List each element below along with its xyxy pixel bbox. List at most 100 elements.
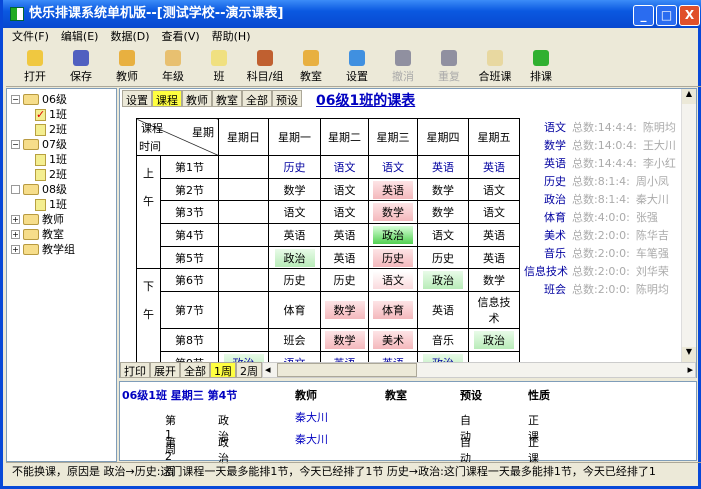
- lesson[interactable]: 政治: [423, 271, 463, 290]
- lesson-cell[interactable]: [218, 177, 269, 202]
- tab-0[interactable]: 设置: [122, 90, 152, 107]
- lesson[interactable]: 英语: [474, 249, 514, 267]
- lesson-cell[interactable]: 语文: [368, 268, 418, 293]
- lesson[interactable]: 语文: [373, 158, 413, 176]
- lesson[interactable]: 历史: [325, 271, 365, 289]
- toolbar-button[interactable]: 教师: [104, 47, 150, 86]
- close-button[interactable]: X: [679, 5, 700, 26]
- lesson-cell[interactable]: 数学: [417, 200, 469, 225]
- lesson-cell[interactable]: 政治: [368, 223, 418, 247]
- expand-toggle-icon[interactable]: +: [11, 245, 20, 254]
- toolbar-button[interactable]: 年级: [150, 47, 196, 86]
- toolbar-button[interactable]: 保存: [58, 47, 104, 86]
- lesson-cell[interactable]: 美术: [368, 328, 418, 352]
- lesson-cell[interactable]: 英语: [320, 245, 369, 270]
- lesson[interactable]: 班会: [275, 331, 315, 349]
- scroll-left-icon[interactable]: ◂: [265, 363, 271, 376]
- toolbar-button[interactable]: 重复: [426, 47, 472, 86]
- lesson-cell[interactable]: 历史: [320, 268, 369, 293]
- minimize-button[interactable]: _: [633, 5, 654, 26]
- lesson[interactable]: 英语: [474, 226, 514, 244]
- lesson[interactable]: 信息技术: [471, 293, 517, 327]
- expand-toggle-icon[interactable]: −: [11, 140, 20, 149]
- menu-item[interactable]: 编辑(E): [61, 28, 99, 46]
- lesson-cell[interactable]: 英语: [468, 223, 520, 247]
- lesson[interactable]: 英语: [325, 249, 365, 267]
- lesson[interactable]: 英语: [423, 158, 463, 176]
- lesson[interactable]: 英语: [325, 226, 365, 244]
- lesson[interactable]: 政治: [373, 225, 413, 244]
- lesson[interactable]: 政治: [474, 330, 514, 349]
- lesson-cell[interactable]: 语文: [368, 155, 418, 179]
- lesson-cell[interactable]: 数学: [468, 268, 520, 293]
- lesson-cell[interactable]: 语文: [468, 177, 520, 202]
- toolbar-button[interactable]: 设置: [334, 47, 380, 86]
- scroll-right-icon[interactable]: ▸: [687, 363, 693, 376]
- lesson-cell[interactable]: 语文: [320, 200, 369, 225]
- detail-teacher[interactable]: 秦大川: [295, 433, 328, 446]
- lesson-cell[interactable]: 体育: [268, 291, 321, 330]
- menu-item[interactable]: 文件(F): [12, 28, 49, 46]
- lesson-cell[interactable]: 政治: [268, 245, 321, 270]
- lesson-cell[interactable]: 数学: [417, 177, 469, 202]
- lesson[interactable]: 语文: [275, 203, 315, 221]
- lesson[interactable]: 历史: [423, 249, 463, 267]
- lesson[interactable]: 历史: [373, 248, 413, 267]
- lesson-cell[interactable]: 历史: [417, 245, 469, 270]
- lesson-cell[interactable]: 历史: [368, 245, 418, 270]
- lesson-cell[interactable]: 体育: [368, 291, 418, 330]
- tab-5[interactable]: 预设: [272, 90, 302, 107]
- tree-node[interactable]: + 教学组: [11, 242, 112, 257]
- lesson[interactable]: 英语: [275, 226, 315, 244]
- tab-2[interactable]: 教师: [182, 90, 212, 107]
- lesson[interactable]: 语文: [325, 203, 365, 221]
- bottom-tab-4[interactable]: 2周: [236, 362, 262, 378]
- tree-node[interactable]: ✓ 1班: [11, 107, 112, 122]
- toolbar-button[interactable]: 教室: [288, 47, 334, 86]
- detail-teacher[interactable]: 秦大川: [295, 411, 328, 424]
- scroll-down-icon[interactable]: ▼: [682, 347, 696, 362]
- lesson[interactable]: 政治: [274, 248, 315, 267]
- lesson-cell[interactable]: 信息技术: [468, 291, 520, 330]
- lesson[interactable]: 数学: [324, 330, 365, 349]
- menu-item[interactable]: 帮助(H): [212, 28, 251, 46]
- lesson[interactable]: 历史: [275, 271, 315, 289]
- lesson-cell[interactable]: 语文: [468, 200, 520, 225]
- menu-item[interactable]: 数据(D): [110, 28, 149, 46]
- lesson-cell[interactable]: 语文: [268, 200, 321, 225]
- bottom-tab-0[interactable]: 打印: [120, 362, 150, 378]
- lesson[interactable]: 数学: [373, 203, 413, 222]
- tree-node[interactable]: − 06级: [11, 92, 112, 107]
- lesson-cell[interactable]: 英语: [417, 155, 469, 179]
- lesson[interactable]: 语文: [325, 181, 365, 199]
- bottom-tab-3[interactable]: 1周: [210, 362, 236, 378]
- lesson-cell[interactable]: 数学: [320, 328, 369, 352]
- toolbar-button[interactable]: 排课: [518, 47, 564, 86]
- lesson[interactable]: 英语: [373, 180, 413, 199]
- lesson[interactable]: 语文: [423, 226, 463, 244]
- lesson-cell[interactable]: 英语: [417, 291, 469, 330]
- tree-node[interactable]: + 教师: [11, 212, 112, 227]
- lesson-cell[interactable]: 音乐: [417, 328, 469, 352]
- tree-node[interactable]: 1班: [11, 197, 112, 212]
- lesson-cell[interactable]: 政治: [468, 328, 520, 352]
- lesson-cell[interactable]: 英语: [468, 245, 520, 270]
- lesson[interactable]: 历史: [275, 158, 315, 176]
- lesson-cell[interactable]: 英语: [468, 155, 520, 179]
- lesson-cell[interactable]: [218, 291, 269, 330]
- lesson[interactable]: 数学: [275, 181, 315, 199]
- lesson-cell[interactable]: 英语: [320, 223, 369, 247]
- lesson-cell[interactable]: 语文: [320, 155, 369, 179]
- lesson[interactable]: 语文: [474, 181, 514, 199]
- scroll-up-icon[interactable]: ▲: [682, 89, 696, 104]
- timetable-title[interactable]: 06级1班的课表: [316, 90, 415, 110]
- tab-4[interactable]: 全部: [242, 90, 272, 107]
- lesson[interactable]: 语文: [474, 203, 514, 221]
- lesson[interactable]: 语文: [325, 158, 365, 176]
- lesson[interactable]: 数学: [423, 181, 463, 199]
- lesson[interactable]: 英语: [474, 158, 514, 176]
- tree-node[interactable]: 1班: [11, 152, 112, 167]
- lesson[interactable]: 体育: [373, 301, 413, 320]
- lesson[interactable]: 音乐: [423, 331, 463, 349]
- lesson[interactable]: 数学: [324, 301, 365, 320]
